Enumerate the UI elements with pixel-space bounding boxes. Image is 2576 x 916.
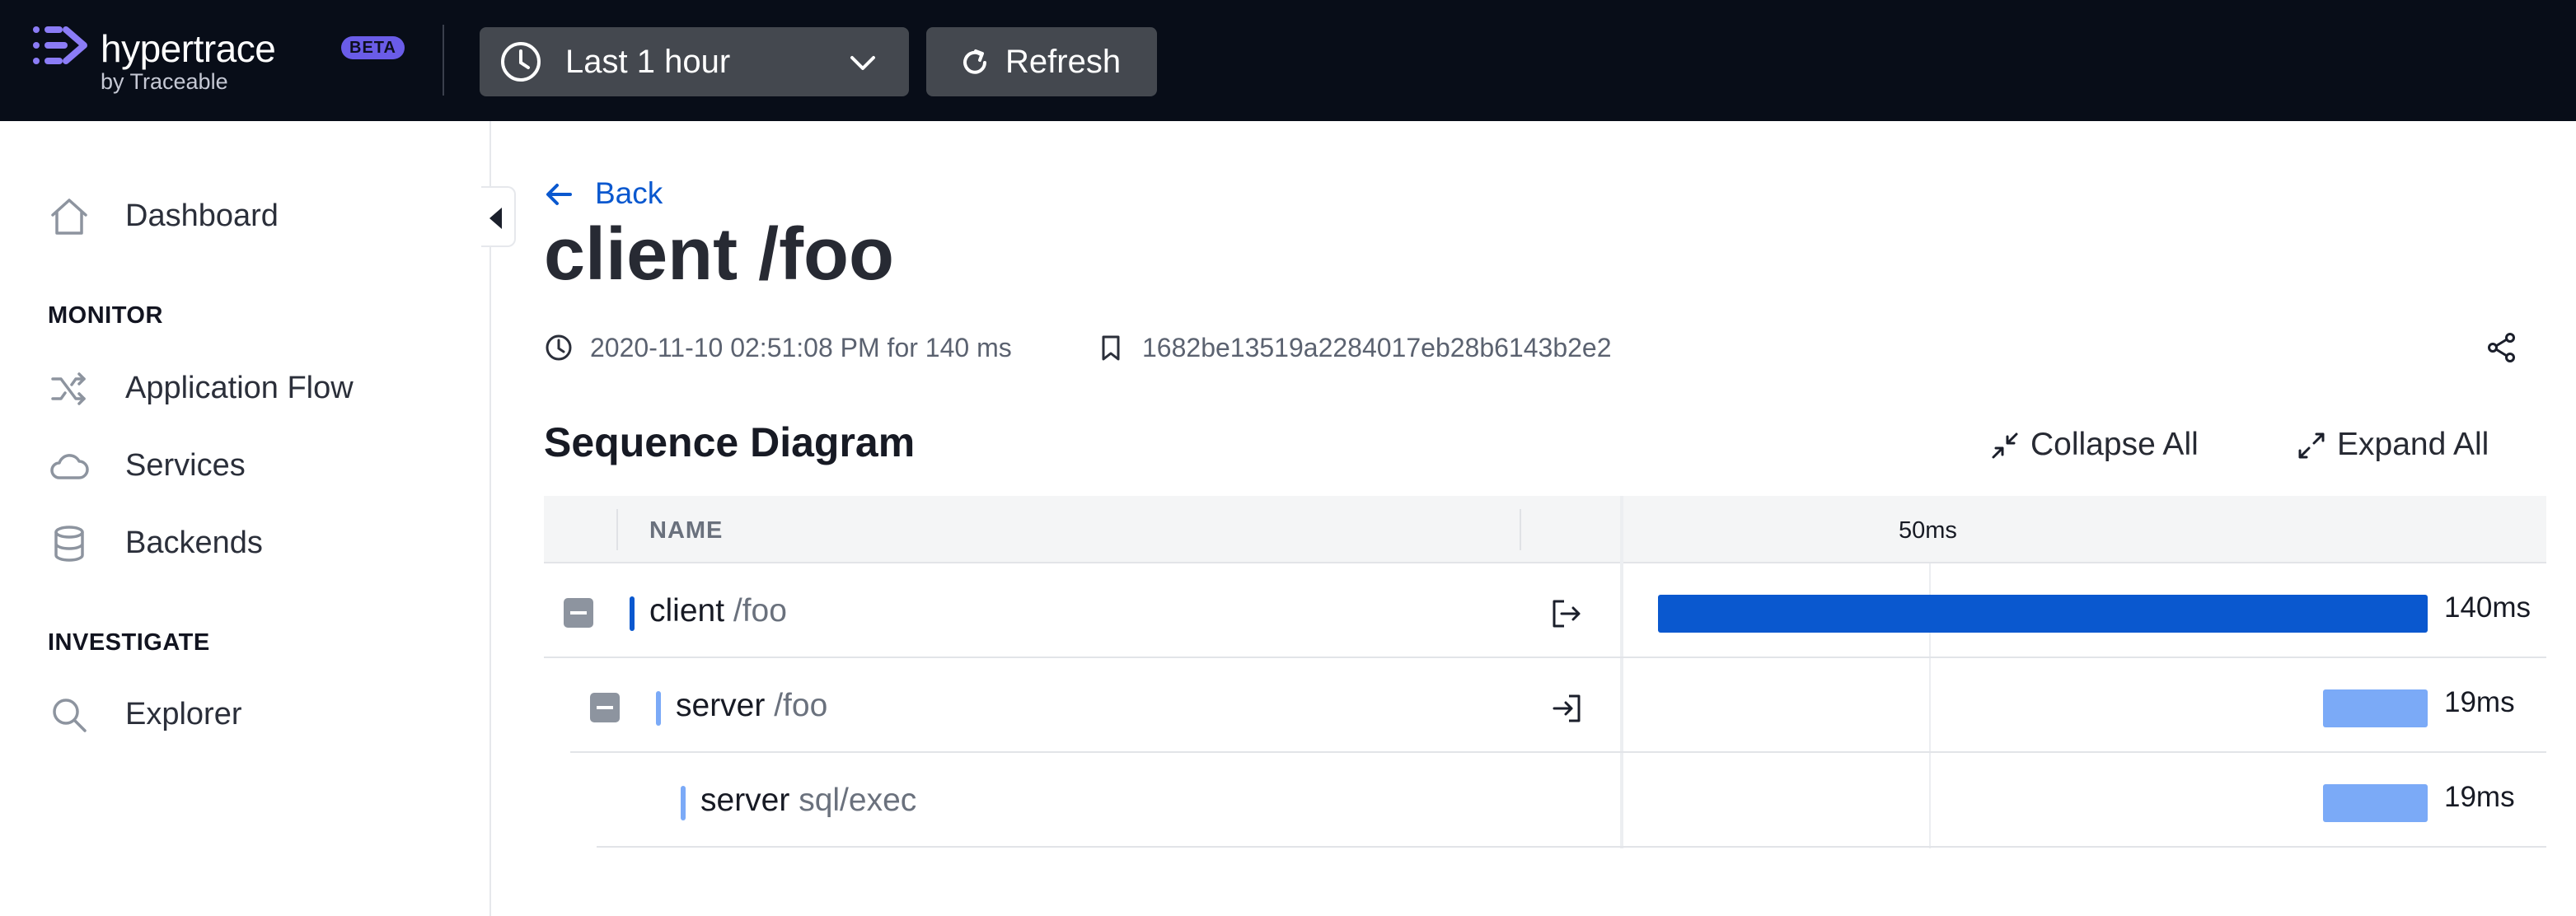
table-header: NAME 50ms bbox=[544, 496, 2546, 563]
span-name: client /foo bbox=[649, 593, 787, 629]
table-row[interactable]: server sql/exec 19ms bbox=[544, 753, 2546, 848]
row-divider bbox=[597, 846, 2546, 848]
span-service: server bbox=[676, 688, 766, 723]
span-operation: sql/exec bbox=[799, 783, 917, 818]
sidebar-section-monitor: MONITOR bbox=[48, 302, 163, 329]
refresh-label: Refresh bbox=[1005, 44, 1122, 80]
arrow-left-icon bbox=[546, 184, 572, 205]
span-name: server sql/exec bbox=[700, 783, 916, 819]
time-range-select[interactable]: Last 1 hour bbox=[480, 27, 909, 96]
column-divider[interactable] bbox=[1520, 509, 1521, 550]
shuffle-icon bbox=[51, 372, 86, 405]
expand-all-label: Expand All bbox=[2337, 427, 2489, 462]
cloud-icon bbox=[50, 454, 89, 479]
database-icon bbox=[54, 526, 84, 562]
sidebar-item-label: Application Flow bbox=[125, 371, 354, 405]
sidebar-item-label: Services bbox=[125, 448, 246, 483]
brand-byline: by Traceable bbox=[101, 69, 228, 94]
table-row[interactable]: server /foo 19ms bbox=[544, 658, 2546, 753]
share-icon[interactable] bbox=[2485, 331, 2518, 364]
name-column-header[interactable]: NAME bbox=[649, 517, 723, 544]
collapse-all-label: Collapse All bbox=[2030, 427, 2199, 462]
span-duration-bar[interactable] bbox=[2323, 784, 2428, 822]
span-duration-bar[interactable] bbox=[1658, 595, 2428, 633]
span-duration-label: 19ms bbox=[2444, 686, 2515, 718]
sidebar-collapse-button[interactable] bbox=[481, 186, 516, 247]
sidebar-item-application-flow[interactable]: Application Flow bbox=[48, 356, 460, 414]
span-name: server /foo bbox=[676, 688, 827, 724]
span-duration-label: 19ms bbox=[2444, 781, 2515, 813]
sidebar-item-label: Explorer bbox=[125, 697, 242, 731]
span-duration-bar[interactable] bbox=[2323, 689, 2428, 727]
hypertrace-logo-icon bbox=[33, 26, 87, 64]
span-service: client bbox=[649, 593, 725, 629]
table-row[interactable]: client /foo 140ms bbox=[544, 563, 2546, 658]
span-color-marker bbox=[681, 786, 686, 820]
sidebar-item-services[interactable]: Services bbox=[48, 433, 460, 491]
sequence-table: NAME 50ms client /foo 140ms server /foo … bbox=[544, 496, 2546, 850]
search-icon bbox=[53, 699, 87, 732]
brand-name: hypertrace bbox=[101, 27, 276, 70]
sidebar-item-backends[interactable]: Backends bbox=[48, 511, 460, 568]
span-operation: /foo bbox=[774, 688, 828, 723]
trace-id-label: 1682be13519a2284017eb28b6143b2e2 bbox=[1142, 333, 1612, 362]
sidebar-section-investigate: INVESTIGATE bbox=[48, 629, 210, 656]
sequence-diagram-title: Sequence Diagram bbox=[544, 419, 916, 465]
row-collapse-toggle[interactable] bbox=[564, 598, 593, 628]
span-color-marker bbox=[630, 596, 635, 631]
sidebar-item-explorer[interactable]: Explorer bbox=[48, 682, 460, 740]
top-bar: hypertrace BETA by Traceable Last 1 hour… bbox=[0, 0, 2576, 121]
topbar-divider bbox=[443, 25, 444, 96]
timeline-tick-label: 50ms bbox=[1899, 517, 1957, 544]
refresh-icon bbox=[963, 49, 986, 74]
sidebar-item-dashboard[interactable]: Dashboard bbox=[48, 184, 460, 241]
refresh-button[interactable]: Refresh bbox=[926, 27, 1157, 96]
row-collapse-toggle[interactable] bbox=[590, 693, 620, 722]
sidebar: Dashboard MONITOR Application Flow Servi… bbox=[0, 121, 491, 916]
sidebar-item-label: Dashboard bbox=[125, 199, 279, 233]
clock-icon bbox=[546, 334, 572, 361]
clock-icon bbox=[501, 42, 541, 82]
page-title: client /foo bbox=[544, 213, 894, 296]
span-duration-label: 140ms bbox=[2444, 591, 2532, 624]
expand-icon bbox=[2298, 432, 2325, 459]
span-color-marker bbox=[656, 691, 661, 726]
timestamp-label: 2020-11-10 02:51:08 PM for 140 ms bbox=[590, 333, 1012, 362]
caret-left-icon bbox=[489, 208, 502, 229]
back-label: Back bbox=[595, 176, 663, 210]
sidebar-item-label: Backends bbox=[125, 526, 263, 560]
home-icon bbox=[51, 199, 87, 235]
exit-icon bbox=[1553, 600, 1581, 628]
bookmark-icon bbox=[1102, 335, 1120, 361]
column-divider bbox=[616, 509, 618, 550]
brand-logo[interactable]: hypertrace BETA by Traceable bbox=[33, 25, 412, 99]
beta-badge: BETA bbox=[341, 36, 405, 59]
collapse-icon bbox=[1992, 432, 2018, 459]
chevron-down-icon bbox=[850, 56, 875, 70]
span-service: server bbox=[700, 783, 790, 818]
time-range-label: Last 1 hour bbox=[565, 44, 731, 80]
span-operation: /foo bbox=[733, 593, 787, 629]
entry-icon bbox=[1553, 694, 1581, 722]
